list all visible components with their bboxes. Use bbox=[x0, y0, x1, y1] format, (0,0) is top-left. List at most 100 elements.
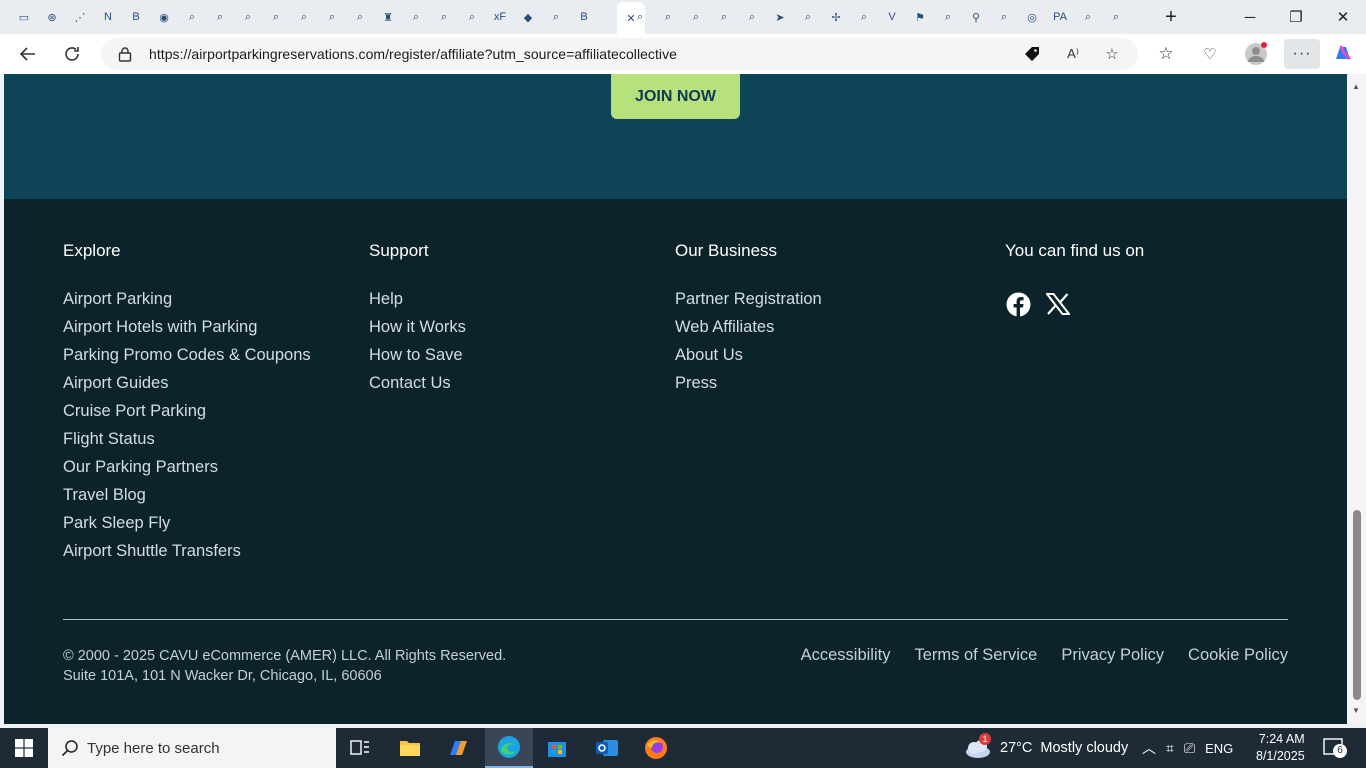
browser-tab[interactable]: ✢ bbox=[827, 8, 845, 26]
browser-tab[interactable]: ◎ bbox=[1023, 8, 1041, 26]
favorites-button[interactable]: ☆ bbox=[1154, 42, 1178, 66]
footer-link-explore[interactable]: Flight Status bbox=[63, 425, 311, 453]
close-window-button[interactable]: ✕ bbox=[1332, 6, 1354, 28]
chevron-up-icon[interactable]: ︿ bbox=[1142, 738, 1156, 758]
store-button[interactable] bbox=[533, 728, 581, 768]
browser-tab[interactable]: ⌕ bbox=[855, 8, 873, 26]
browser-tab[interactable]: PA bbox=[1051, 8, 1069, 26]
settings-menu-button[interactable]: ··· bbox=[1284, 39, 1320, 69]
browser-tab[interactable]: ⌕ bbox=[1079, 8, 1097, 26]
browser-tab[interactable]: V bbox=[883, 8, 901, 26]
copilot-app-button[interactable] bbox=[435, 728, 483, 768]
outlook-button[interactable] bbox=[583, 728, 631, 768]
browser-tab[interactable]: ⌕ bbox=[239, 8, 257, 26]
profile-button[interactable] bbox=[1244, 42, 1268, 66]
legal-link[interactable]: Privacy Policy bbox=[1061, 646, 1164, 665]
x-twitter-link[interactable] bbox=[1045, 291, 1071, 317]
footer-link-explore[interactable]: Airport Hotels with Parking bbox=[63, 313, 311, 341]
footer-link-business[interactable]: Web Affiliates bbox=[675, 313, 822, 341]
file-explorer-button[interactable] bbox=[386, 728, 434, 768]
footer-link-support[interactable]: How to Save bbox=[369, 341, 466, 369]
browser-tab[interactable]: ♜ bbox=[379, 8, 397, 26]
browser-essentials-button[interactable]: ♡ bbox=[1198, 42, 1222, 66]
browser-tab[interactable]: ⊛ bbox=[43, 8, 61, 26]
address-bar[interactable]: https://airportparkingreservations.com/r… bbox=[101, 38, 1138, 70]
browser-tab[interactable]: B bbox=[575, 8, 593, 26]
browser-tab[interactable]: ◆ bbox=[519, 8, 537, 26]
refresh-button[interactable] bbox=[60, 42, 84, 66]
minimize-button[interactable]: ─ bbox=[1239, 6, 1261, 28]
browser-tab[interactable]: ⌕ bbox=[407, 8, 425, 26]
browser-tab[interactable]: ⌕ bbox=[631, 8, 649, 26]
favorite-star-icon[interactable]: ☆ bbox=[1102, 44, 1122, 64]
new-tab-button[interactable]: + bbox=[1160, 6, 1182, 28]
footer-link-explore[interactable]: Cruise Port Parking bbox=[63, 397, 311, 425]
page-scrollbar[interactable]: ▲ ▼ bbox=[1347, 74, 1366, 724]
browser-tab[interactable]: ⌕ bbox=[799, 8, 817, 26]
taskbar-search-box[interactable]: Type here to search bbox=[48, 728, 336, 768]
back-button[interactable] bbox=[16, 42, 40, 66]
browser-tab[interactable]: ◉ bbox=[155, 8, 173, 26]
footer-link-explore[interactable]: Airport Parking bbox=[63, 285, 311, 313]
browser-tab[interactable]: ➤ bbox=[771, 8, 789, 26]
browser-tab[interactable]: ⌕ bbox=[743, 8, 761, 26]
browser-tab[interactable]: N bbox=[99, 8, 117, 26]
browser-tab[interactable]: ⌕ bbox=[183, 8, 201, 26]
browser-tab[interactable]: ⌕ bbox=[463, 8, 481, 26]
browser-tab[interactable]: ⌕ bbox=[295, 8, 313, 26]
browser-tab[interactable]: xF bbox=[491, 8, 509, 26]
browser-tab[interactable]: ⌕ bbox=[659, 8, 677, 26]
footer-link-explore[interactable]: Airport Guides bbox=[63, 369, 311, 397]
browser-tab[interactable]: ⚑ bbox=[911, 8, 929, 26]
legal-link[interactable]: Terms of Service bbox=[914, 646, 1037, 665]
browser-tab[interactable]: ⌕ bbox=[323, 8, 341, 26]
restore-button[interactable]: ❐ bbox=[1285, 6, 1307, 28]
browser-tab[interactable]: ⌕ bbox=[211, 8, 229, 26]
browser-tab[interactable]: ⋰ bbox=[71, 8, 89, 26]
scroll-up-arrow-icon[interactable]: ▲ bbox=[1352, 82, 1360, 91]
footer-link-business[interactable]: About Us bbox=[675, 341, 822, 369]
scroll-down-arrow-icon[interactable]: ▼ bbox=[1352, 706, 1360, 715]
legal-link[interactable]: Cookie Policy bbox=[1188, 646, 1288, 665]
browser-tab[interactable]: B bbox=[127, 8, 145, 26]
join-now-button[interactable]: JOIN NOW bbox=[611, 74, 740, 119]
meet-now-icon[interactable]: ⌗ bbox=[1166, 740, 1174, 757]
weather-widget[interactable]: 1 27°C Mostly cloudy bbox=[964, 728, 1128, 768]
browser-tab[interactable]: ⌕ bbox=[267, 8, 285, 26]
footer-link-explore[interactable]: Travel Blog bbox=[63, 481, 311, 509]
firefox-button[interactable] bbox=[632, 728, 680, 768]
legal-link[interactable]: Accessibility bbox=[801, 646, 891, 665]
edge-taskbar-button[interactable] bbox=[485, 728, 533, 768]
notification-center-button[interactable]: 6 bbox=[1322, 736, 1347, 760]
scrollbar-thumb[interactable] bbox=[1353, 510, 1361, 700]
browser-tab[interactable]: ⌕ bbox=[351, 8, 369, 26]
footer-link-business[interactable]: Partner Registration bbox=[675, 285, 822, 313]
taskbar-clock[interactable]: 7:24 AM 8/1/2025 bbox=[1256, 731, 1305, 765]
browser-tab[interactable]: ⌕ bbox=[939, 8, 957, 26]
network-icon[interactable]: ⎚ bbox=[1184, 740, 1195, 757]
footer-link-explore[interactable]: Parking Promo Codes & Coupons bbox=[63, 341, 311, 369]
url-text[interactable]: https://airportparkingreservations.com/r… bbox=[149, 46, 677, 62]
footer-link-business[interactable]: Press bbox=[675, 369, 822, 397]
footer-link-support[interactable]: Help bbox=[369, 285, 466, 313]
browser-tab[interactable]: ⌕ bbox=[995, 8, 1013, 26]
language-indicator[interactable]: ENG bbox=[1205, 741, 1233, 756]
browser-tab[interactable]: ⌕ bbox=[1107, 8, 1125, 26]
read-aloud-icon[interactable]: A⁾ bbox=[1063, 44, 1083, 64]
start-button[interactable] bbox=[0, 728, 48, 768]
browser-tab[interactable]: ⌕ bbox=[435, 8, 453, 26]
footer-link-support[interactable]: How it Works bbox=[369, 313, 466, 341]
footer-link-explore[interactable]: Airport Shuttle Transfers bbox=[63, 537, 311, 565]
browser-tab[interactable]: ⌕ bbox=[715, 8, 733, 26]
browser-tab[interactable]: ⚲ bbox=[967, 8, 985, 26]
coupon-tag-icon[interactable] bbox=[1022, 44, 1042, 64]
browser-tab[interactable]: ⌕ bbox=[547, 8, 565, 26]
footer-link-explore[interactable]: Our Parking Partners bbox=[63, 453, 311, 481]
copilot-button[interactable] bbox=[1331, 42, 1355, 66]
footer-link-explore[interactable]: Park Sleep Fly bbox=[63, 509, 311, 537]
browser-tab[interactable]: ⌕ bbox=[687, 8, 705, 26]
facebook-link[interactable] bbox=[1005, 291, 1031, 317]
browser-tab[interactable]: ▭ bbox=[15, 8, 33, 26]
footer-link-support[interactable]: Contact Us bbox=[369, 369, 466, 397]
lock-icon[interactable] bbox=[115, 44, 135, 64]
